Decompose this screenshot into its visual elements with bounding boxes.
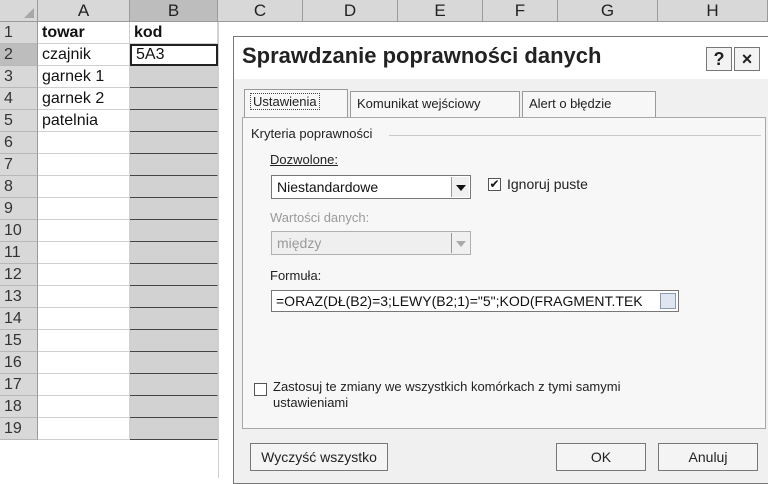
cell-b10[interactable]	[130, 220, 218, 242]
cell-a13[interactable]	[38, 286, 130, 308]
select-all-corner[interactable]	[0, 0, 38, 22]
cell-a3[interactable]: garnek 1	[38, 66, 130, 88]
row-header-19[interactable]: 19	[0, 418, 38, 440]
formula-label: Formuła:	[270, 268, 322, 283]
row-header-4[interactable]: 4	[0, 88, 38, 110]
ignore-blank-label[interactable]: Ignoruj puste	[507, 176, 588, 192]
cell-a1[interactable]: towar	[38, 22, 130, 44]
cell-a15[interactable]	[38, 330, 130, 352]
cell-b16[interactable]	[130, 352, 218, 374]
dialog-title-bar[interactable]: Sprawdzanie poprawności danych ? ×	[234, 37, 768, 79]
tab-settings-label: Ustawienia	[250, 93, 320, 110]
cell-b8[interactable]	[130, 176, 218, 198]
column-header-a[interactable]: A	[38, 0, 130, 22]
row-header-1[interactable]: 1	[0, 22, 38, 44]
dialog-title: Sprawdzanie poprawności danych	[242, 43, 602, 68]
data-validation-dialog: Sprawdzanie poprawności danych ? × Ustaw…	[233, 36, 768, 484]
cell-b14[interactable]	[130, 308, 218, 330]
row-header-2[interactable]: 2	[0, 44, 38, 66]
data-values-value: między	[277, 235, 322, 251]
close-button[interactable]: ×	[734, 47, 760, 71]
column-header-h[interactable]: H	[658, 0, 768, 22]
cell-b9[interactable]	[130, 198, 218, 220]
column-header-c[interactable]: C	[218, 0, 303, 22]
cell-b12[interactable]	[130, 264, 218, 286]
cell-a4[interactable]: garnek 2	[38, 88, 130, 110]
clear-all-button[interactable]: Wyczyść wszystko	[250, 443, 388, 471]
cell-b7[interactable]	[130, 154, 218, 176]
row-header-14[interactable]: 14	[0, 308, 38, 330]
help-button[interactable]: ?	[706, 47, 732, 71]
row-header-6[interactable]: 6	[0, 132, 38, 154]
cancel-button[interactable]: Anuluj	[658, 443, 758, 471]
formula-field[interactable]: =ORAZ(DŁ(B2)=3;LEWY(B2;1)="5";KOD(FRAGME…	[271, 290, 679, 312]
formula-value: =ORAZ(DŁ(B2)=3;LEWY(B2;1)="5";KOD(FRAGME…	[276, 293, 643, 309]
criteria-label: Kryteria poprawności	[251, 126, 373, 141]
cell-a6[interactable]	[38, 132, 130, 154]
cell-a11[interactable]	[38, 242, 130, 264]
cell-b3[interactable]	[130, 66, 218, 88]
allowed-label: Dozwolone:	[270, 152, 338, 167]
cell-b19[interactable]	[130, 418, 218, 440]
cell-a12[interactable]	[38, 264, 130, 286]
row-header-17[interactable]: 17	[0, 374, 38, 396]
column-header-e[interactable]: E	[398, 0, 483, 22]
cell-a10[interactable]	[38, 220, 130, 242]
tab-settings[interactable]: Ustawienia	[244, 89, 348, 117]
row-header-3[interactable]: 3	[0, 66, 38, 88]
cell-a8[interactable]	[38, 176, 130, 198]
tab-error-alert[interactable]: Alert o błędzie	[522, 91, 656, 117]
cell-a5[interactable]: patelnia	[38, 110, 130, 132]
ok-button[interactable]: OK	[556, 443, 646, 471]
cell-a14[interactable]	[38, 308, 130, 330]
criteria-separator	[389, 135, 761, 136]
apply-all-label-line2[interactable]: ustawieniami	[273, 395, 348, 410]
cell-a16[interactable]	[38, 352, 130, 374]
row-header-7[interactable]: 7	[0, 154, 38, 176]
row-header-13[interactable]: 13	[0, 286, 38, 308]
cell-b13[interactable]	[130, 286, 218, 308]
cell-b5[interactable]	[130, 110, 218, 132]
allowed-value: Niestandardowe	[277, 179, 379, 195]
range-select-icon[interactable]	[660, 293, 676, 309]
allowed-select[interactable]: Niestandardowe	[271, 175, 471, 199]
cell-b1[interactable]: kod	[130, 22, 218, 44]
cell-b11[interactable]	[130, 242, 218, 264]
cell-a7[interactable]	[38, 154, 130, 176]
settings-panel: Kryteria poprawności Dozwolone: Niestand…	[242, 117, 766, 429]
row-header-11[interactable]: 11	[0, 242, 38, 264]
row-header-15[interactable]: 15	[0, 330, 38, 352]
chevron-down-icon[interactable]	[451, 177, 469, 197]
row-header-10[interactable]: 10	[0, 220, 38, 242]
chevron-down-icon[interactable]	[451, 233, 469, 253]
data-values-label: Wartości danych:	[270, 210, 370, 225]
cell-a17[interactable]	[38, 374, 130, 396]
column-header-d[interactable]: D	[303, 0, 398, 22]
row-header-8[interactable]: 8	[0, 176, 38, 198]
row-header-18[interactable]: 18	[0, 396, 38, 418]
apply-all-label-line1[interactable]: Zastosuj te zmiany we wszystkich komórka…	[273, 379, 620, 394]
cell-b4[interactable]	[130, 88, 218, 110]
cell-b18[interactable]	[130, 396, 218, 418]
cell-a2[interactable]: czajnik	[38, 44, 130, 66]
cell-a9[interactable]	[38, 198, 130, 220]
tab-input-message[interactable]: Komunikat wejściowy	[350, 91, 520, 117]
row-header-12[interactable]: 12	[0, 264, 38, 286]
row-header-16[interactable]: 16	[0, 352, 38, 374]
column-c-border	[218, 22, 219, 478]
data-values-select[interactable]: między	[271, 231, 471, 255]
apply-all-checkbox[interactable]	[254, 383, 267, 396]
row-header-9[interactable]: 9	[0, 198, 38, 220]
column-header-g[interactable]: G	[558, 0, 658, 22]
ignore-blank-checkbox[interactable]: ✔	[488, 178, 501, 191]
cell-b2[interactable]: 5A3	[130, 44, 218, 66]
cell-b15[interactable]	[130, 330, 218, 352]
row-header-5[interactable]: 5	[0, 110, 38, 132]
cell-b6[interactable]	[130, 132, 218, 154]
column-header-b[interactable]: B	[130, 0, 218, 22]
cell-a19[interactable]	[38, 418, 130, 440]
column-header-f[interactable]: F	[483, 0, 558, 22]
cell-a18[interactable]	[38, 396, 130, 418]
cell-b17[interactable]	[130, 374, 218, 396]
